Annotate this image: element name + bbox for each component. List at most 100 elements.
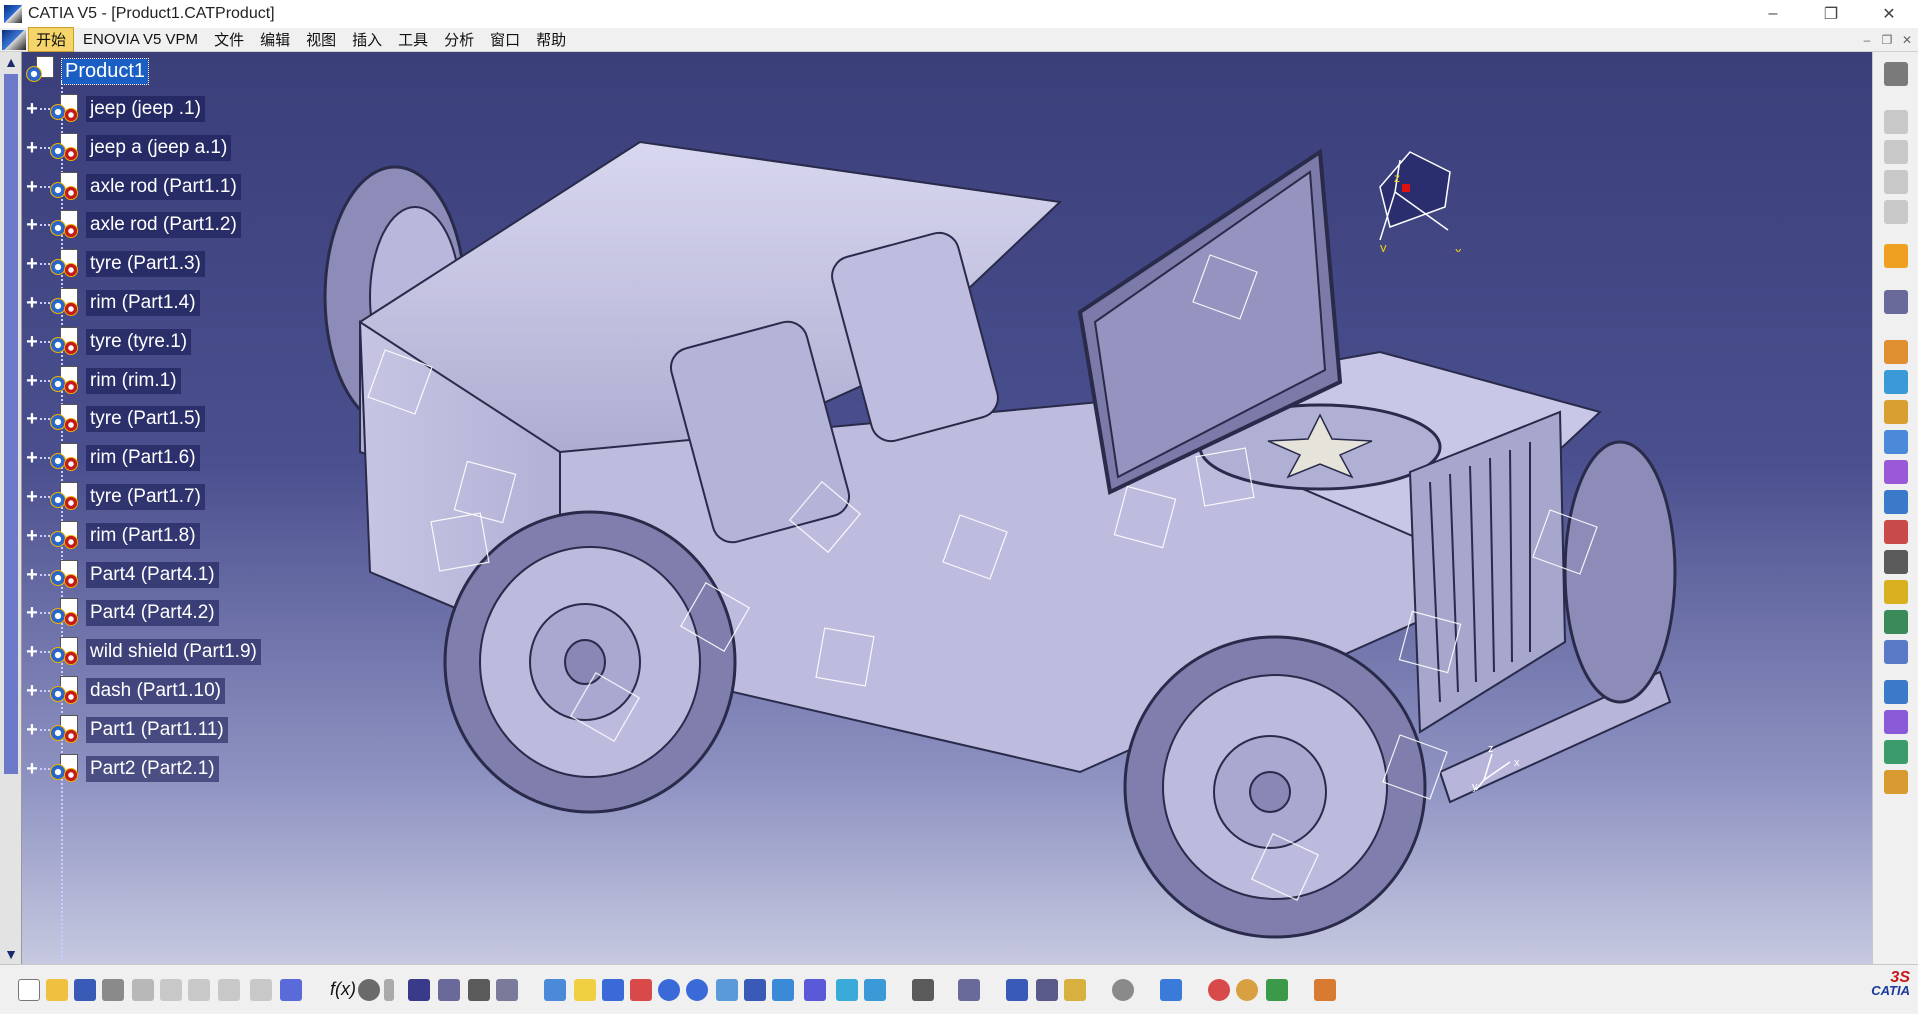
tree-item[interactable]: + tyre (Part1.7) (24, 482, 205, 512)
3d-viewport[interactable]: ▲ ▼ Product1 + jeep (jeep .1) + jeep a (jee… (0, 52, 1872, 964)
multi-view-icon[interactable] (744, 979, 766, 1001)
tools-palette-icon[interactable] (958, 979, 980, 1001)
product-structure-icon[interactable] (1884, 110, 1908, 134)
expand-icon[interactable]: + (24, 759, 40, 779)
rotate-icon[interactable] (630, 979, 652, 1001)
select-cursor-icon[interactable] (1884, 244, 1908, 268)
doc-minimize-icon[interactable]: – (1860, 33, 1874, 47)
normal-view-icon[interactable] (716, 979, 738, 1001)
tree-item[interactable]: + tyre (Part1.5) (24, 404, 205, 434)
quick-constraint-icon[interactable] (1884, 550, 1908, 574)
menu-enovia[interactable]: ENOVIA V5 VPM (76, 30, 205, 49)
print-icon[interactable] (102, 979, 124, 1001)
menu-insert[interactable]: 插入 (345, 28, 389, 51)
doc-restore-icon[interactable]: ❐ (1880, 33, 1894, 47)
expand-icon[interactable]: + (24, 371, 40, 391)
formula-icon[interactable]: f(x) (330, 979, 356, 1000)
tree-item-label[interactable]: tyre (Part1.3) (86, 251, 205, 278)
split-icon[interactable] (1884, 680, 1908, 704)
tree-item-label[interactable]: Part1 (Part1.11) (86, 716, 228, 743)
expand-icon[interactable]: + (24, 293, 40, 313)
flexible-rigid-icon[interactable] (1884, 580, 1908, 604)
gear-tools-icon[interactable] (1884, 62, 1908, 86)
tree-item-label[interactable]: Part2 (Part2.1) (86, 755, 219, 782)
fix-together-icon[interactable] (1884, 520, 1908, 544)
sketch-plane-icon[interactable] (1160, 979, 1182, 1001)
tree-layout-icon[interactable] (438, 979, 460, 1001)
scroll-down-icon[interactable]: ▼ (0, 944, 22, 964)
tree-item[interactable]: + rim (rim.1) (24, 365, 181, 396)
angle-constraint-icon[interactable] (1884, 460, 1908, 484)
tree-item[interactable]: + tyre (Part1.3) (24, 249, 205, 279)
add-icon[interactable] (1884, 770, 1908, 794)
expand-icon[interactable]: + (24, 254, 40, 274)
minimize-button[interactable]: – (1744, 0, 1802, 28)
expand-icon[interactable]: + (24, 332, 40, 352)
redo-icon[interactable] (250, 979, 272, 1001)
menu-tools[interactable]: 工具 (391, 28, 435, 51)
coincidence-constraint-icon[interactable] (1884, 370, 1908, 394)
tree-item[interactable]: + Part1 (Part1.11) (24, 714, 228, 745)
offset-constraint-icon[interactable] (1884, 430, 1908, 454)
tree-item-label[interactable]: wild shield (Part1.9) (86, 639, 261, 666)
expand-icon[interactable]: + (24, 603, 40, 623)
whats-this-icon[interactable] (280, 979, 302, 1001)
menu-edit[interactable]: 编辑 (253, 28, 297, 51)
tree-item[interactable]: + Part2 (Part2.1) (24, 753, 219, 784)
tree-item-label[interactable]: Part4 (Part4.2) (86, 600, 219, 627)
manipulation-icon[interactable] (1884, 290, 1908, 314)
expand-icon[interactable]: + (24, 526, 40, 546)
tree-item-label[interactable]: dash (Part1.10) (86, 678, 225, 704)
render-icon[interactable] (1236, 979, 1258, 1001)
tree-item[interactable]: + jeep (jeep .1) (24, 94, 205, 124)
shading-icon[interactable] (804, 979, 826, 1001)
catalog-browser-icon[interactable] (1112, 979, 1134, 1001)
update-icon[interactable] (1884, 340, 1908, 364)
expand-icon[interactable]: + (24, 720, 40, 740)
tree-item[interactable]: + wild shield (Part1.9) (24, 637, 261, 667)
menu-view[interactable]: 视图 (299, 28, 343, 51)
tree-item[interactable]: + rim (Part1.8) (24, 520, 200, 551)
contact-constraint-icon[interactable] (1884, 400, 1908, 424)
zoom-in-icon[interactable] (658, 979, 680, 1001)
tree-item-label[interactable]: tyre (tyre.1) (86, 328, 192, 355)
tree-item[interactable]: + jeep a (jeep a.1) (24, 132, 232, 163)
scroll-thumb[interactable] (4, 74, 18, 774)
save-icon[interactable] (74, 979, 96, 1001)
tree-scrollbar[interactable]: ▲ ▼ (0, 52, 22, 964)
restore-button[interactable]: ❐ (1802, 0, 1860, 28)
tree-item[interactable]: + axle rod (Part1.1) (24, 171, 241, 202)
comment-icon[interactable] (358, 979, 380, 1001)
tree-item[interactable]: + Part4 (Part4.2) (24, 598, 219, 628)
expand-icon[interactable]: + (24, 138, 40, 158)
catia-menu-icon[interactable] (2, 29, 26, 50)
menu-window[interactable]: 窗口 (483, 28, 527, 51)
zoom-out-icon[interactable] (686, 979, 708, 1001)
tree-item-label[interactable]: tyre (Part1.5) (86, 406, 205, 433)
tree-root[interactable]: Product1 (26, 56, 150, 86)
change-constraint-icon[interactable] (1884, 610, 1908, 634)
iso-view-icon[interactable] (772, 979, 794, 1001)
tree-item[interactable]: + Part4 (Part4.1) (24, 559, 219, 590)
open-icon[interactable] (46, 979, 68, 1001)
undo-icon[interactable] (218, 979, 240, 1001)
measure-between-icon[interactable] (1006, 979, 1028, 1001)
catia-app-icon[interactable] (4, 5, 22, 23)
expand-icon[interactable]: + (24, 681, 40, 701)
expand-icon[interactable]: + (24, 448, 40, 468)
compass-widget[interactable]: z x y (1360, 132, 1480, 252)
copy-icon[interactable] (160, 979, 182, 1001)
fix-component-icon[interactable] (1884, 490, 1908, 514)
pan-icon[interactable] (602, 979, 624, 1001)
tree-item[interactable]: + axle rod (Part1.2) (24, 210, 241, 240)
tree-item-label[interactable]: Part4 (Part4.1) (86, 561, 219, 588)
expand-icon[interactable]: + (24, 487, 40, 507)
expand-icon[interactable]: + (24, 409, 40, 429)
apply-material-icon[interactable] (1208, 979, 1230, 1001)
tree-item[interactable]: + dash (Part1.10) (24, 676, 225, 706)
component-icon[interactable] (1884, 140, 1908, 164)
replace-component-icon[interactable] (1884, 200, 1908, 224)
close-button[interactable]: ✕ (1860, 0, 1918, 28)
measure-inertia-icon[interactable] (1064, 979, 1086, 1001)
hole-icon[interactable] (1884, 710, 1908, 734)
